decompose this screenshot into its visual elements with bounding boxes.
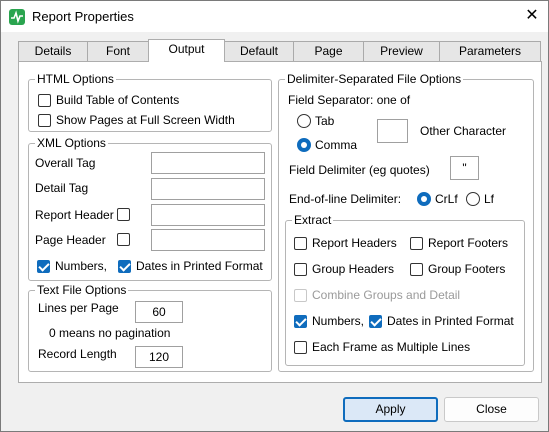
build-toc-checkbox[interactable] xyxy=(38,94,51,107)
lines-per-page-input[interactable] xyxy=(135,301,183,323)
extract-dates-label: Dates in Printed Format xyxy=(387,314,514,328)
html-options-group: HTML Options Build Table of Contents Sho… xyxy=(28,72,272,132)
report-header-input[interactable] xyxy=(151,204,265,226)
window-title: Report Properties xyxy=(32,9,134,24)
delimiter-options-group: Delimiter-Separated File Options Field S… xyxy=(278,72,534,372)
xml-dates-label: Dates in Printed Format xyxy=(136,259,263,273)
page-header-checkbox[interactable] xyxy=(117,233,130,246)
page-header-label: Page Header xyxy=(35,233,106,247)
other-character-field[interactable] xyxy=(378,120,407,142)
field-delimiter-label: Field Delimiter (eg quotes) xyxy=(289,163,430,177)
text-file-options-group: Text File Options Lines per Page 0 means… xyxy=(28,283,272,372)
other-character-input[interactable] xyxy=(377,119,408,143)
xml-options-group: XML Options Overall Tag Detail Tag Repor… xyxy=(28,136,272,281)
group-headers-checkbox[interactable] xyxy=(294,263,307,276)
page-header-field[interactable] xyxy=(152,230,264,250)
xml-numbers-label: Numbers, xyxy=(55,259,108,273)
output-tab-panel: HTML Options Build Table of Contents Sho… xyxy=(18,61,542,383)
record-length-label: Record Length xyxy=(38,347,117,361)
text-file-options-title: Text File Options xyxy=(35,283,129,297)
detail-tag-field[interactable] xyxy=(152,179,264,199)
xml-dates-checkbox[interactable] xyxy=(118,260,131,273)
delimiter-options-title: Delimiter-Separated File Options xyxy=(285,72,464,86)
html-options-title: HTML Options xyxy=(35,72,116,86)
group-footers-label: Group Footers xyxy=(428,262,506,276)
report-header-label: Report Header xyxy=(35,208,114,222)
full-screen-checkbox[interactable] xyxy=(38,114,51,127)
xml-options-title: XML Options xyxy=(35,136,108,150)
tab-details[interactable]: Details xyxy=(18,41,88,61)
full-screen-label: Show Pages at Full Screen Width xyxy=(56,113,235,127)
combine-groups-label: Combine Groups and Detail xyxy=(312,288,461,302)
extract-dates-checkbox[interactable] xyxy=(369,315,382,328)
other-character-label: Other Character xyxy=(420,124,507,138)
report-footers-checkbox[interactable] xyxy=(410,237,423,250)
report-headers-label: Report Headers xyxy=(312,236,397,250)
build-toc-label: Build Table of Contents xyxy=(56,93,180,107)
lines-per-page-field[interactable] xyxy=(136,302,182,322)
overall-tag-field[interactable] xyxy=(152,153,264,173)
overall-tag-label: Overall Tag xyxy=(35,156,96,170)
extract-numbers-label: Numbers, xyxy=(312,314,365,328)
extract-numbers-checkbox[interactable] xyxy=(294,315,307,328)
title-bar: Report Properties ✕ xyxy=(1,1,548,32)
extract-title: Extract xyxy=(292,213,334,227)
comma-radio-label: Comma xyxy=(315,138,358,152)
xml-numbers-checkbox[interactable] xyxy=(37,260,50,273)
lines-per-page-label: Lines per Page xyxy=(38,301,119,315)
tab-default[interactable]: Default xyxy=(224,41,294,61)
crlf-radio[interactable] xyxy=(417,192,431,206)
lf-radio-label: Lf xyxy=(484,192,495,206)
record-length-field[interactable] xyxy=(136,347,182,367)
each-frame-checkbox[interactable] xyxy=(294,341,307,354)
report-properties-dialog: Report Properties ✕ Details Font Output … xyxy=(0,0,549,432)
close-icon[interactable]: ✕ xyxy=(519,5,545,29)
eol-delimiter-label: End-of-line Delimiter: xyxy=(289,192,402,206)
tab-page[interactable]: Page xyxy=(293,41,364,61)
report-headers-checkbox[interactable] xyxy=(294,237,307,250)
tab-radio[interactable] xyxy=(297,114,311,128)
record-length-input[interactable] xyxy=(135,346,183,368)
page-header-input[interactable] xyxy=(151,229,265,251)
crlf-radio-label: CrLf xyxy=(435,192,458,206)
tab-radio-label: Tab xyxy=(315,114,335,128)
report-footers-label: Report Footers xyxy=(428,236,509,250)
report-header-field[interactable] xyxy=(152,205,264,225)
extract-group: Extract Report Headers Report Footers Gr… xyxy=(285,213,525,366)
close-button[interactable]: Close xyxy=(444,397,539,422)
field-separator-label: Field Separator: one of xyxy=(288,93,411,107)
combine-groups-checkbox xyxy=(294,289,307,302)
each-frame-label: Each Frame as Multiple Lines xyxy=(312,340,471,354)
apply-button[interactable]: Apply xyxy=(343,397,438,422)
tab-parameters[interactable]: Parameters xyxy=(439,41,541,61)
group-footers-checkbox[interactable] xyxy=(410,263,423,276)
lf-radio[interactable] xyxy=(466,192,480,206)
field-delimiter-input[interactable] xyxy=(450,156,479,180)
field-delimiter-field[interactable] xyxy=(451,157,478,179)
detail-tag-label: Detail Tag xyxy=(35,181,89,195)
group-headers-label: Group Headers xyxy=(312,262,395,276)
tab-font[interactable]: Font xyxy=(87,41,149,61)
tab-preview[interactable]: Preview xyxy=(363,41,440,61)
detail-tag-input[interactable] xyxy=(151,178,265,200)
overall-tag-input[interactable] xyxy=(151,152,265,174)
app-icon xyxy=(9,9,25,25)
pagination-note: 0 means no pagination xyxy=(49,326,171,340)
comma-radio[interactable] xyxy=(297,138,311,152)
tab-output[interactable]: Output xyxy=(148,39,225,62)
report-header-checkbox[interactable] xyxy=(117,208,130,221)
